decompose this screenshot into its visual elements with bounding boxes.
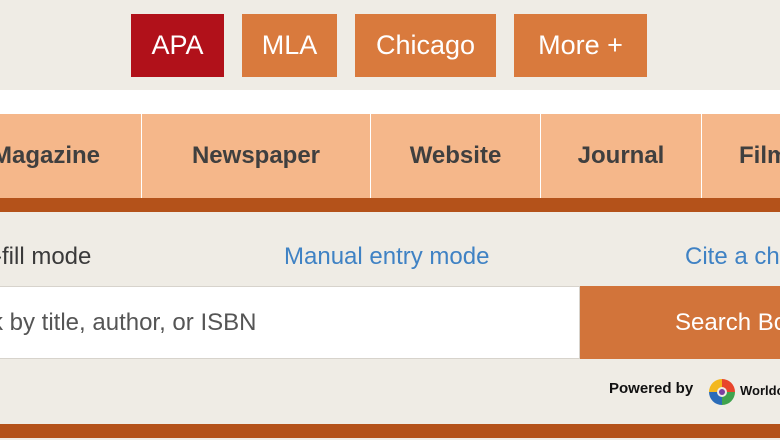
cite-a-chapter-link[interactable]: Cite a ch bbox=[685, 242, 780, 272]
powered-by-label: Powered by bbox=[609, 380, 694, 397]
citation-style-tabs: APA MLA Chicago More + bbox=[0, 0, 780, 90]
tab-website[interactable]: Website bbox=[371, 114, 540, 198]
search-books-button[interactable]: Search Bo bbox=[580, 286, 780, 359]
tab-journal[interactable]: Journal bbox=[541, 114, 701, 198]
tab-film[interactable]: Film bbox=[702, 114, 780, 198]
manual-entry-mode-link[interactable]: Manual entry mode bbox=[284, 242, 489, 272]
divider-gap bbox=[0, 90, 780, 114]
tab-newspaper[interactable]: Newspaper bbox=[142, 114, 370, 198]
tab-film-label: Film bbox=[739, 142, 780, 169]
entry-mode-row: -fill mode Manual entry mode Cite a ch bbox=[0, 212, 780, 286]
tab-chicago[interactable]: Chicago bbox=[355, 14, 496, 77]
tab-apa[interactable]: APA bbox=[131, 14, 224, 77]
accent-bar bbox=[0, 198, 780, 212]
bottom-accent-bar bbox=[0, 424, 780, 438]
autofill-mode-label: -fill mode bbox=[0, 243, 92, 270]
source-type-tabs: Magazine Newspaper Website Journal Film bbox=[0, 114, 780, 198]
tab-more-styles[interactable]: More + bbox=[514, 14, 647, 77]
tab-magazine-label: Magazine bbox=[0, 142, 101, 169]
worldcat-brand-text: Worldc bbox=[740, 383, 780, 398]
tab-magazine[interactable]: Magazine bbox=[0, 114, 141, 198]
search-button-label: Search Bo bbox=[675, 309, 780, 336]
worldcat-logo-icon bbox=[709, 379, 735, 405]
tab-mla[interactable]: MLA bbox=[242, 14, 337, 77]
search-input[interactable] bbox=[0, 286, 580, 359]
